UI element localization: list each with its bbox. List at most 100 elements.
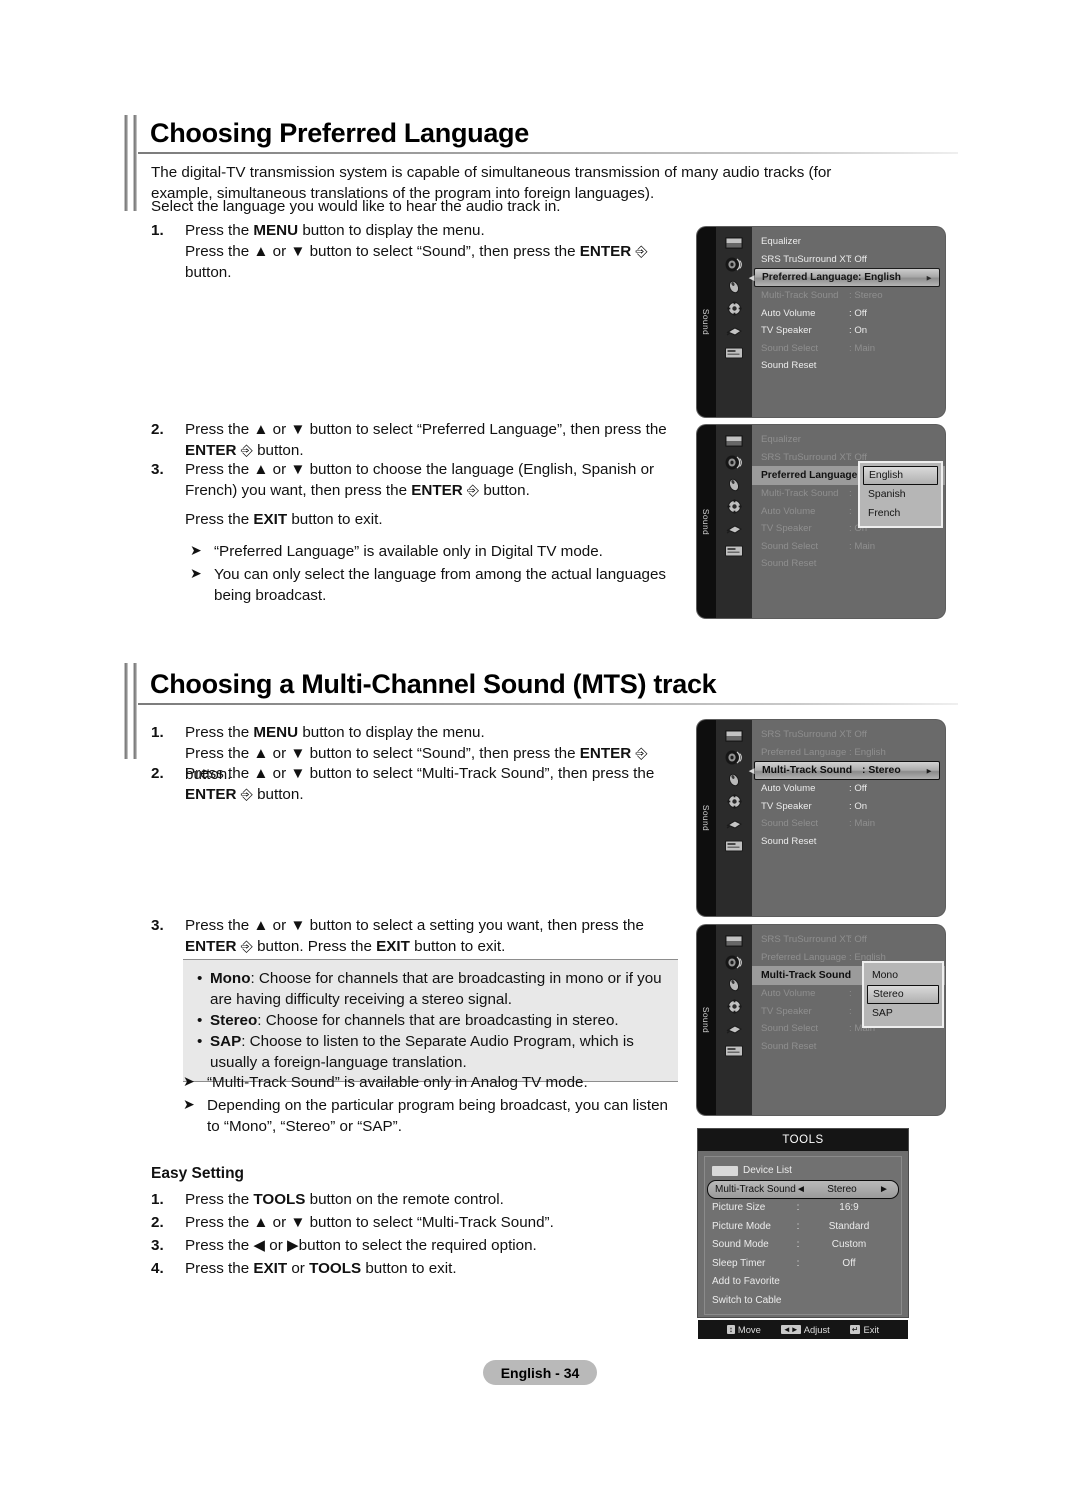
- osd-panel-multitrack-dropdown[interactable]: Sound SRS TruSurround XT: Off Preferred …: [697, 925, 945, 1115]
- picture-icon[interactable]: [724, 933, 744, 948]
- sound-icon[interactable]: [724, 257, 744, 272]
- osd-row-label: Equalizer: [761, 236, 801, 248]
- tools-row-picture-mode[interactable]: Picture Mode : Standard: [705, 1217, 901, 1236]
- osd-row-label: SRS TruSurround XT: [761, 253, 852, 265]
- osd-row-sound-select[interactable]: Sound Select: Main: [752, 815, 945, 833]
- channel-icon[interactable]: [724, 477, 744, 492]
- left-arrow-icon[interactable]: ◄: [795, 1184, 807, 1195]
- osd-rail-label: Sound: [697, 227, 716, 417]
- tools-row-add-to-favorite[interactable]: Add to Favorite: [705, 1273, 901, 1292]
- osd-row-label: Sound Reset: [761, 558, 817, 570]
- osd-panel-preferred-language[interactable]: Sound Equalizer SRS TruSurround XT: Off …: [697, 227, 945, 417]
- osd-rail-icons: [716, 720, 752, 916]
- osd-rail-label-text: Sound: [701, 1006, 712, 1034]
- osd-row-preferred-language[interactable]: Preferred Language: English: [752, 744, 945, 762]
- osd-row-srs[interactable]: SRS TruSurround XT: Off: [752, 251, 945, 269]
- section1-intro2: Select the language you would like to he…: [151, 196, 881, 217]
- osd-row-label: TV Speaker: [761, 1005, 812, 1017]
- picture-icon[interactable]: [724, 433, 744, 448]
- tools-row-switch-to-cable[interactable]: Switch to Cable: [705, 1291, 901, 1310]
- support-icon[interactable]: [724, 838, 744, 853]
- sound-icon[interactable]: [724, 455, 744, 470]
- osd-row-srs[interactable]: SRS TruSurround XT: Off: [752, 931, 945, 949]
- tools-panel[interactable]: TOOLS Device List Multi-Track Sound ◄ St…: [697, 1128, 909, 1339]
- step-number: 2.: [151, 765, 164, 782]
- tools-row-multitrack-sound[interactable]: Multi-Track Sound ◄ Stereo ►: [707, 1179, 899, 1199]
- hint-move-label: Move: [737, 1323, 761, 1335]
- osd-row-srs[interactable]: SRS TruSurround XT: Off: [752, 726, 945, 744]
- osd-row-label: Multi-Track Sound: [762, 765, 853, 776]
- note-text: “Preferred Language” is available only i…: [214, 543, 603, 560]
- sound-icon[interactable]: [724, 750, 744, 765]
- sound-icon[interactable]: [724, 955, 744, 970]
- input-plug-icon[interactable]: [724, 816, 744, 831]
- dropdown-option-spanish[interactable]: Spanish: [863, 485, 938, 504]
- bullet-dot: •: [197, 1012, 203, 1029]
- dropdown-option-mono[interactable]: Mono: [867, 966, 939, 985]
- tools-row-sound-mode[interactable]: Sound Mode : Custom: [705, 1236, 901, 1255]
- osd-row-tv-speaker[interactable]: TV Speaker: On: [752, 322, 945, 340]
- osd-row-multitrack-selected[interactable]: ◀ Multi-Track Sound : Stereo ►: [749, 761, 940, 780]
- section1-heading-wrap: Choosing Preferred Language: [150, 118, 529, 149]
- channel-icon[interactable]: [724, 279, 744, 294]
- dropdown-option-french[interactable]: French: [863, 504, 938, 523]
- setup-gear-icon[interactable]: [724, 794, 744, 809]
- hint-exit: ↵ Exit: [849, 1324, 879, 1335]
- osd-panel-multitrack-sound[interactable]: Sound SRS TruSurround XT: Off Preferred …: [697, 720, 945, 916]
- note-marker: ➤: [190, 566, 202, 582]
- osd-row-label: TV Speaker: [761, 800, 812, 812]
- picture-icon[interactable]: [724, 728, 744, 743]
- osd-row-equalizer[interactable]: Equalizer: [752, 431, 945, 449]
- osd-row-label: Auto Volume: [761, 307, 816, 319]
- step-text: Press the ▲ or ▼ button to select “Multi…: [185, 1214, 554, 1231]
- osd-row-label: Preferred Language: [761, 746, 847, 758]
- osd-row-auto-volume[interactable]: Auto Volume: Off: [752, 780, 945, 798]
- osd-rail: Sound: [697, 227, 752, 417]
- osd-row-value: : English: [858, 272, 902, 283]
- tools-row-device-list[interactable]: Device List: [705, 1161, 901, 1180]
- osd-row-value: :: [849, 488, 852, 500]
- mts-options-box: • Mono: Choose for channels that are bro…: [183, 959, 678, 1082]
- setup-gear-icon[interactable]: [724, 301, 744, 316]
- input-plug-icon[interactable]: [724, 323, 744, 338]
- right-arrow-icon[interactable]: ►: [877, 1184, 891, 1195]
- tools-title: TOOLS: [782, 1134, 824, 1146]
- input-plug-icon[interactable]: [724, 521, 744, 536]
- support-icon[interactable]: [724, 345, 744, 360]
- osd-row-equalizer[interactable]: Equalizer: [752, 233, 945, 251]
- step-number: 4.: [151, 1260, 164, 1277]
- osd-row-tv-speaker[interactable]: TV Speaker: On: [752, 798, 945, 816]
- tools-row-picture-size[interactable]: Picture Size : 16:9: [705, 1199, 901, 1218]
- input-plug-icon[interactable]: [724, 1021, 744, 1036]
- picture-icon[interactable]: [724, 235, 744, 250]
- osd-row-auto-volume[interactable]: Auto Volume: Off: [752, 305, 945, 323]
- osd-row-sound-reset[interactable]: Sound Reset: [752, 555, 945, 573]
- step-number: 2.: [151, 1214, 164, 1231]
- tools-row-value: 16:9: [839, 1202, 859, 1214]
- osd-row-sound-reset[interactable]: Sound Reset: [752, 357, 945, 375]
- setup-gear-icon[interactable]: [724, 499, 744, 514]
- tools-row-sep: :: [796, 1202, 800, 1214]
- multitrack-dropdown[interactable]: Mono Stereo SAP: [862, 961, 944, 1028]
- dropdown-option-english[interactable]: English: [863, 466, 938, 485]
- channel-icon[interactable]: [724, 977, 744, 992]
- easy-step-2: 2. Press the ▲ or ▼ button to select “Mu…: [151, 1212, 651, 1233]
- osd-row-sound-reset[interactable]: Sound Reset: [752, 833, 945, 851]
- osd-row-sound-reset[interactable]: Sound Reset: [752, 1038, 945, 1056]
- osd-row-preferred-language-selected[interactable]: ◀ Preferred Language : English ►: [749, 268, 940, 287]
- dropdown-option-sap[interactable]: SAP: [867, 1004, 939, 1023]
- osd-panel-language-dropdown[interactable]: Sound Equalizer SRS TruSurround XT: Off …: [697, 425, 945, 618]
- hint-adjust-label: Adjust: [803, 1323, 830, 1335]
- osd-row-multitrack[interactable]: Multi-Track Sound: Stereo: [752, 287, 945, 305]
- osd-row-sound-select[interactable]: Sound Select: Main: [752, 340, 945, 358]
- step-number: 1.: [151, 1191, 164, 1208]
- support-icon[interactable]: [724, 543, 744, 558]
- tools-row-sleep-timer[interactable]: Sleep Timer : Off: [705, 1254, 901, 1273]
- language-dropdown[interactable]: English Spanish French: [858, 461, 943, 528]
- setup-gear-icon[interactable]: [724, 999, 744, 1014]
- support-icon[interactable]: [724, 1043, 744, 1058]
- dropdown-option-stereo[interactable]: Stereo: [867, 985, 939, 1004]
- channel-icon[interactable]: [724, 772, 744, 787]
- osd-row-sound-select[interactable]: Sound Select: Main: [752, 538, 945, 556]
- osd-rail: Sound: [697, 720, 752, 916]
